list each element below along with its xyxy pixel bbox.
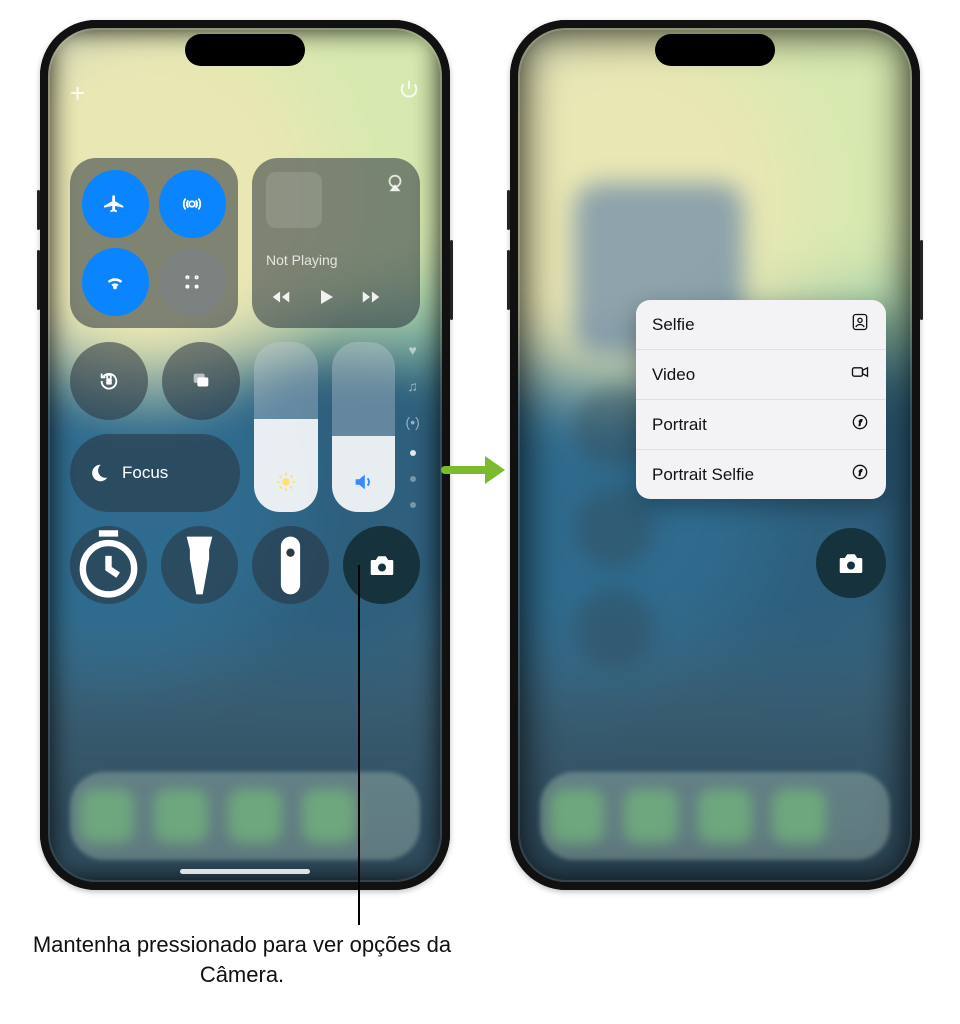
favorites-page-icon: ♥ [409, 342, 417, 358]
context-item-portrait-selfie[interactable]: Portrait Selfie f [636, 450, 886, 499]
context-label: Portrait [652, 415, 707, 435]
airdrop-icon[interactable] [159, 170, 226, 238]
volume-slider[interactable] [332, 342, 396, 512]
music-page-icon: ♫ [407, 378, 418, 394]
home-indicator[interactable] [180, 869, 310, 874]
phone-right: Selfie Video Portrait f [510, 20, 920, 890]
context-label: Selfie [652, 315, 695, 335]
volume-icon [352, 471, 374, 498]
focus-button[interactable]: Focus [70, 434, 240, 512]
video-icon [850, 362, 870, 387]
context-label: Portrait Selfie [652, 465, 754, 485]
dynamic-island [655, 34, 775, 66]
flashlight-button[interactable] [161, 526, 238, 604]
wifi-icon[interactable] [82, 248, 149, 316]
remote-button[interactable] [252, 526, 329, 604]
context-item-portrait[interactable]: Portrait f [636, 400, 886, 450]
album-art-placeholder [266, 172, 322, 228]
brightness-slider[interactable] [254, 342, 318, 512]
screen-mirroring-icon[interactable] [162, 342, 240, 420]
focus-label: Focus [122, 463, 168, 483]
forward-icon[interactable] [360, 286, 382, 313]
camera-button[interactable] [343, 526, 420, 604]
svg-text:ıl: ıl [187, 276, 189, 280]
context-label: Video [652, 365, 695, 385]
callout-leader [358, 565, 360, 925]
context-item-video[interactable]: Video [636, 350, 886, 400]
context-item-selfie[interactable]: Selfie [636, 300, 886, 350]
orientation-lock-icon[interactable] [70, 342, 148, 420]
connectivity-page-icon: (•) [406, 414, 420, 430]
selfie-icon [850, 312, 870, 337]
svg-text:f: f [859, 467, 863, 477]
arrow-icon [440, 450, 510, 495]
airplane-mode-icon[interactable] [82, 170, 149, 238]
timer-button[interactable] [70, 526, 147, 604]
dynamic-island [185, 34, 305, 66]
svg-text:*: * [196, 275, 198, 280]
figure: + [0, 0, 960, 1024]
now-playing-label: Not Playing [266, 252, 406, 268]
page-indicator[interactable]: ♥ ♫ (•) [405, 342, 420, 512]
camera-button[interactable] [816, 528, 886, 598]
phone-left: + [40, 20, 450, 890]
airplay-icon[interactable] [384, 172, 406, 199]
brightness-icon [275, 471, 297, 498]
connectivity-group[interactable]: ıl * [70, 158, 238, 328]
control-center: ıl * Not [48, 28, 442, 882]
aperture-icon: f [850, 462, 870, 487]
svg-text:f: f [859, 417, 863, 427]
connectivity-more-icon[interactable]: ıl * [159, 248, 226, 316]
rewind-icon[interactable] [270, 286, 292, 313]
play-icon[interactable] [314, 285, 338, 314]
media-group[interactable]: Not Playing [252, 158, 420, 328]
callout-text: Mantenha pressionado para ver opções da … [12, 930, 472, 989]
aperture-icon: f [850, 412, 870, 437]
camera-context-menu: Selfie Video Portrait f [636, 300, 886, 499]
